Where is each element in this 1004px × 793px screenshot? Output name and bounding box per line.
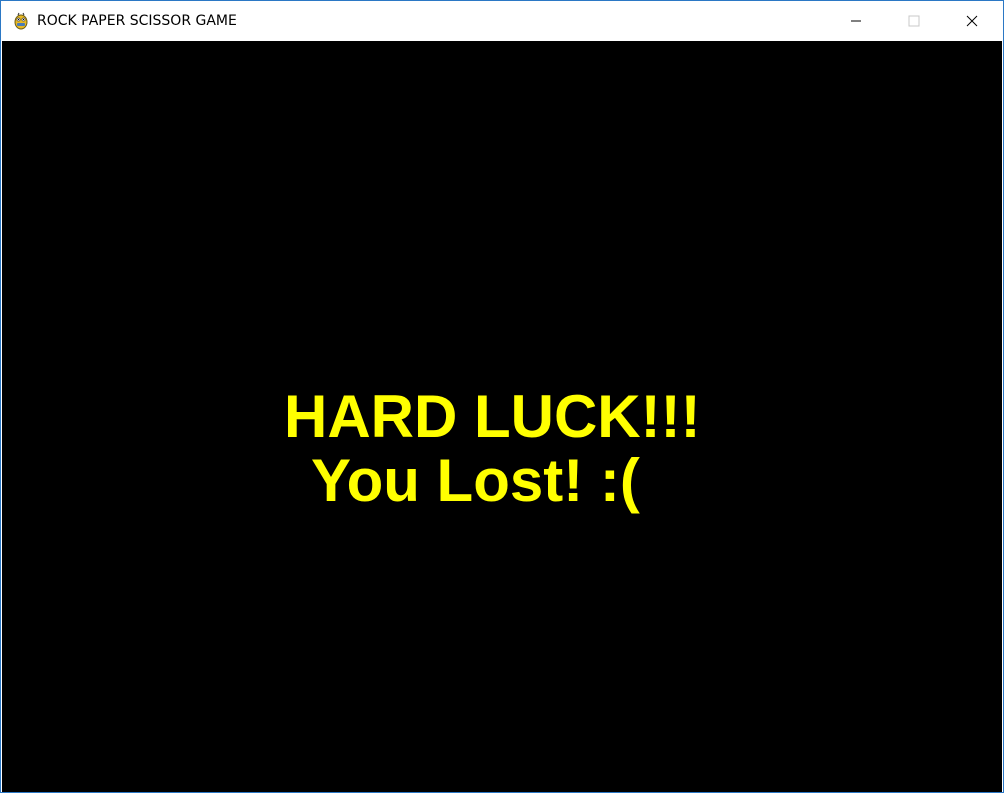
window-title: ROCK PAPER SCISSOR GAME (37, 13, 237, 29)
game-window: ROCK PAPER SCISSOR GAME HARD LUCK!!! You… (0, 0, 1004, 793)
minimize-button[interactable] (827, 1, 885, 41)
game-canvas[interactable]: HARD LUCK!!! You Lost! :( (2, 41, 1002, 792)
title-bar[interactable]: ROCK PAPER SCISSOR GAME (1, 1, 1003, 41)
maximize-icon (908, 12, 920, 31)
maximize-button[interactable] (885, 1, 943, 41)
close-button[interactable] (943, 1, 1001, 41)
app-icon (12, 12, 30, 30)
close-icon (966, 12, 978, 31)
result-message: You Lost! :( (311, 447, 640, 514)
result-heading: HARD LUCK!!! (284, 383, 701, 450)
minimize-icon (850, 12, 862, 31)
